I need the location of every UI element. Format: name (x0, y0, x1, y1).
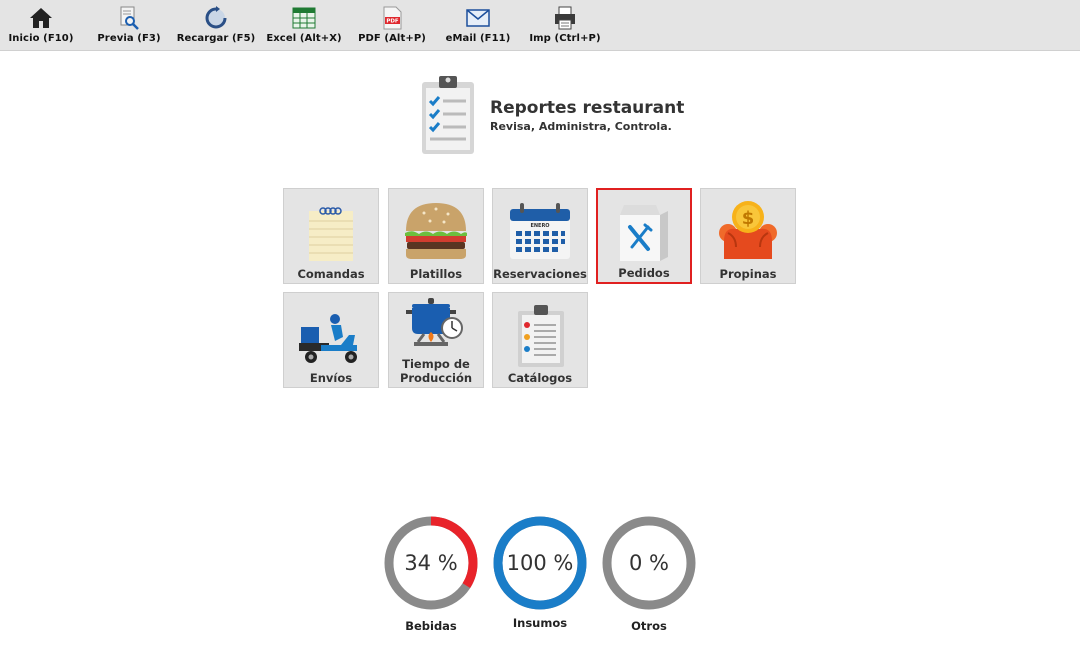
gauge-value: 0 % (629, 551, 669, 575)
clipboard-icon (518, 305, 564, 367)
cooking-pot-icon (406, 298, 463, 346)
imp-label: Imp (Ctrl+P) (529, 33, 601, 44)
pdf-button[interactable]: PDF PDF (Alt+P) (358, 0, 426, 51)
email-label: eMail (F11) (445, 33, 511, 44)
home-icon (30, 8, 52, 28)
excel-icon (292, 7, 316, 29)
svg-text:$: $ (742, 208, 755, 229)
inicio-label: Inicio (F10) (8, 33, 74, 44)
gauge-value: 100 % (506, 551, 574, 575)
tile-label: Comandas (297, 267, 365, 281)
inicio-button[interactable]: Inicio (F10) (8, 0, 74, 51)
gauge-insumos: 100 % (492, 515, 588, 611)
tile-comandas[interactable]: Comandas (283, 188, 379, 284)
pdf-label: PDF (Alt+P) (358, 33, 426, 44)
toolbar: Inicio (F10) Previa (F3) Recargar (F5) E… (0, 0, 1080, 51)
page-subtitle: Revisa, Administra, Controla. (490, 120, 672, 133)
gauge-bebidas: 34 % (383, 515, 479, 611)
gauge-label-otros: Otros (631, 619, 667, 633)
tile-label: Envíos (309, 371, 353, 385)
printer-icon (555, 6, 575, 30)
burger-icon (405, 203, 467, 259)
gauge-value: 34 % (404, 551, 458, 575)
tile-label: Reservaciones (493, 267, 587, 281)
tile-pedidos[interactable]: Pedidos (596, 188, 692, 284)
tile-platillos[interactable]: Platillos (388, 188, 484, 284)
tile-catalogos[interactable]: Catálogos (492, 292, 588, 388)
tile-label-line1: Tiempo de (402, 357, 470, 371)
gauge-label-bebidas: Bebidas (405, 619, 457, 633)
gauge-otros: 0 % (601, 515, 697, 611)
recargar-label: Recargar (F5) (176, 33, 256, 44)
clipboard-header-icon (422, 76, 474, 154)
preview-icon (120, 6, 139, 30)
delivery-scooter-icon (299, 314, 357, 363)
recargar-button[interactable]: Recargar (F5) (177, 0, 255, 51)
tile-label: Catálogos (507, 371, 573, 385)
tile-reservaciones[interactable]: ENERO Reservaciones (492, 188, 588, 284)
tile-label: Platillos (409, 267, 463, 281)
tip-coin-icon: $ (719, 201, 777, 259)
tile-propinas[interactable]: $ Propinas (700, 188, 796, 284)
tile-label: Pedidos (618, 266, 670, 280)
calendar-icon: ENERO (510, 203, 570, 259)
tile-label: Tiempo de Producción (389, 357, 483, 385)
tile-envios[interactable]: Envíos (283, 292, 379, 388)
takeout-bag-icon (620, 205, 668, 261)
svg-text:ENERO: ENERO (530, 223, 549, 229)
email-button[interactable]: eMail (F11) (446, 0, 510, 51)
notepad-icon (309, 207, 353, 261)
tile-label: Propinas (719, 267, 777, 281)
pdf-icon: PDF (383, 6, 402, 30)
svg-text:PDF: PDF (386, 19, 399, 25)
previa-button[interactable]: Previa (F3) (97, 0, 161, 51)
reload-icon (205, 6, 227, 29)
excel-label: Excel (Alt+X) (266, 33, 342, 44)
mail-icon (466, 9, 490, 27)
page-title: Reportes restaurant (490, 98, 685, 118)
tile-tiempo-produccion[interactable]: Tiempo de Producción (388, 292, 484, 388)
imp-button[interactable]: Imp (Ctrl+P) (529, 0, 601, 51)
gauge-label-insumos: Insumos (512, 616, 568, 630)
previa-label: Previa (F3) (97, 33, 161, 44)
tile-label-line2: Producción (399, 371, 473, 385)
excel-button[interactable]: Excel (Alt+X) (266, 0, 342, 51)
